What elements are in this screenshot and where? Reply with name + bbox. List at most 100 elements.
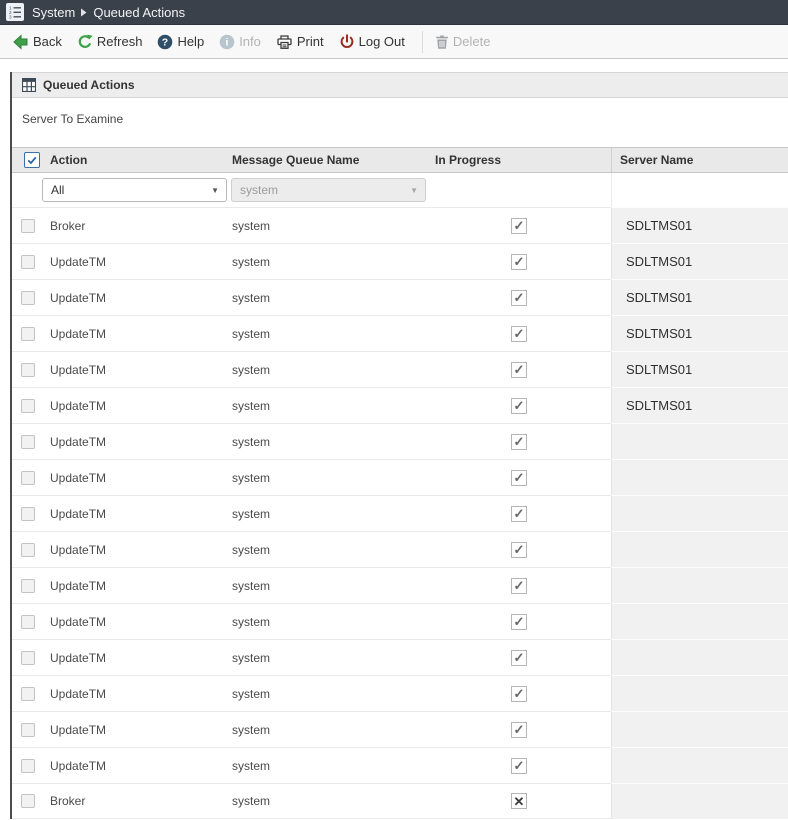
row-checkbox[interactable] [21, 507, 35, 521]
info-icon: i [219, 34, 235, 50]
in-progress-cell [427, 603, 611, 639]
in-progress-checkbox[interactable] [511, 470, 527, 486]
in-progress-checkbox[interactable] [511, 614, 527, 630]
server-name-cell [611, 711, 788, 747]
in-progress-checkbox[interactable] [511, 578, 527, 594]
message-queue-cell: system [224, 207, 427, 243]
in-progress-checkbox[interactable] [511, 722, 527, 738]
in-progress-checkbox[interactable] [511, 434, 527, 450]
action-cell: Broker [42, 783, 224, 819]
in-progress-checkbox[interactable] [511, 650, 527, 666]
in-progress-checkbox[interactable] [511, 398, 527, 414]
row-select-cell [12, 783, 42, 819]
row-select-cell [12, 603, 42, 639]
row-checkbox[interactable] [21, 435, 35, 449]
server-name-cell [611, 675, 788, 711]
row-select-cell [12, 315, 42, 351]
row-checkbox[interactable] [21, 723, 35, 737]
table-grid-icon [22, 78, 36, 92]
message-queue-cell: system [224, 351, 427, 387]
action-cell: UpdateTM [42, 315, 224, 351]
row-select-cell [12, 423, 42, 459]
row-checkbox[interactable] [21, 794, 35, 808]
in-progress-checkbox[interactable] [511, 290, 527, 306]
row-checkbox[interactable] [21, 615, 35, 629]
logout-power-icon [339, 34, 355, 50]
row-checkbox[interactable] [21, 327, 35, 341]
in-progress-checkbox[interactable] [511, 362, 527, 378]
row-select-cell [12, 243, 42, 279]
column-header-server-name[interactable]: Server Name [611, 148, 788, 172]
in-progress-cell [427, 351, 611, 387]
back-button[interactable]: Back [12, 34, 62, 50]
in-progress-checkbox[interactable] [511, 542, 527, 558]
row-checkbox[interactable] [21, 759, 35, 773]
row-select-cell [12, 675, 42, 711]
row-checkbox[interactable] [21, 291, 35, 305]
help-button[interactable]: ? Help [157, 34, 204, 50]
table-row: UpdateTM system SDLTMS01 [12, 387, 788, 423]
server-name-cell [611, 567, 788, 603]
action-filter-dropdown[interactable]: All ▼ [42, 178, 227, 202]
column-header-in-progress[interactable]: In Progress [427, 148, 611, 172]
message-queue-cell: system [224, 495, 427, 531]
breadcrumb-section[interactable]: System [32, 5, 75, 20]
row-checkbox[interactable] [21, 255, 35, 269]
in-progress-cell [427, 207, 611, 243]
column-header-message-queue-name[interactable]: Message Queue Name [224, 148, 427, 172]
table-row: Broker system SDLTMS01 [12, 207, 788, 243]
in-progress-checkbox[interactable] [511, 254, 527, 270]
row-checkbox[interactable] [21, 687, 35, 701]
in-progress-cell [427, 423, 611, 459]
trash-icon [435, 34, 449, 50]
table-row: UpdateTM system [12, 423, 788, 459]
table-body: Broker system SDLTMS01 UpdateTM system S… [12, 207, 788, 819]
row-checkbox[interactable] [21, 651, 35, 665]
row-checkbox[interactable] [21, 471, 35, 485]
table-row: UpdateTM system [12, 459, 788, 495]
action-cell: UpdateTM [42, 279, 224, 315]
print-button[interactable]: Print [276, 34, 324, 50]
action-cell: UpdateTM [42, 423, 224, 459]
action-cell: UpdateTM [42, 675, 224, 711]
row-checkbox[interactable] [21, 579, 35, 593]
in-progress-cell [427, 639, 611, 675]
column-header-action[interactable]: Action [42, 148, 224, 172]
refresh-button[interactable]: Refresh [77, 34, 143, 50]
in-progress-checkbox[interactable] [511, 326, 527, 342]
select-all-cell [12, 148, 42, 172]
row-select-cell [12, 567, 42, 603]
print-label: Print [297, 34, 324, 49]
info-label: Info [239, 34, 261, 49]
in-progress-checkbox[interactable] [511, 218, 527, 234]
in-progress-checkbox[interactable] [511, 793, 527, 809]
row-select-cell [12, 351, 42, 387]
row-checkbox[interactable] [21, 219, 35, 233]
table-row: UpdateTM system [12, 639, 788, 675]
in-progress-cell [427, 459, 611, 495]
in-progress-checkbox[interactable] [511, 506, 527, 522]
table-row: UpdateTM system SDLTMS01 [12, 351, 788, 387]
action-cell: UpdateTM [42, 711, 224, 747]
check-icon [26, 154, 38, 166]
row-checkbox[interactable] [21, 399, 35, 413]
select-all-checkbox[interactable] [24, 152, 40, 168]
breadcrumb-page: Queued Actions [93, 5, 185, 20]
row-checkbox[interactable] [21, 363, 35, 377]
svg-text:i: i [226, 36, 229, 48]
message-queue-cell: system [224, 459, 427, 495]
action-cell: UpdateTM [42, 351, 224, 387]
in-progress-cell [427, 783, 611, 819]
in-progress-cell [427, 495, 611, 531]
message-queue-cell: system [224, 243, 427, 279]
in-progress-checkbox[interactable] [511, 686, 527, 702]
table-row: UpdateTM system [12, 747, 788, 783]
logout-button[interactable]: Log Out [339, 34, 405, 50]
action-cell: UpdateTM [42, 459, 224, 495]
action-cell: UpdateTM [42, 531, 224, 567]
row-checkbox[interactable] [21, 543, 35, 557]
server-name-cell [611, 531, 788, 567]
row-select-cell [12, 639, 42, 675]
in-progress-checkbox[interactable] [511, 758, 527, 774]
action-cell: Broker [42, 207, 224, 243]
